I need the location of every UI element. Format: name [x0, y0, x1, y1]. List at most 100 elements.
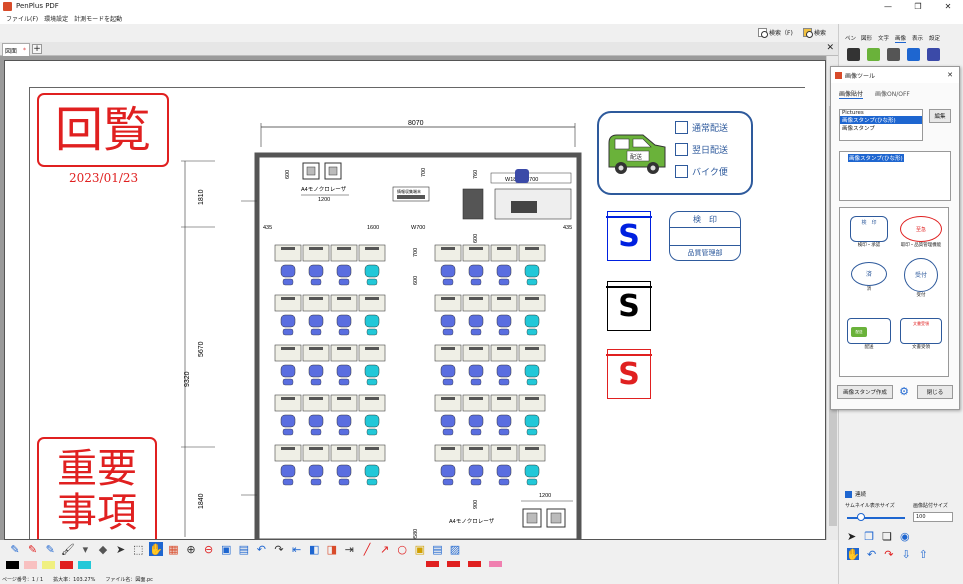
first-page-icon[interactable]: ⇤ [290, 542, 304, 556]
minimize-button[interactable]: — [873, 0, 903, 12]
undo-icon[interactable]: ↶ [254, 542, 268, 556]
tab-image[interactable]: 画像 [895, 34, 907, 43]
menu-measure-mode[interactable]: 計測モードを起動 [74, 14, 122, 23]
palette-swatch[interactable] [6, 561, 19, 569]
stamp-s-red[interactable]: S [606, 349, 652, 399]
maximize-button[interactable]: ❐ [903, 0, 933, 12]
close-document-button[interactable]: ✕ [826, 43, 834, 53]
menu-file[interactable]: ファイル(F) [6, 14, 38, 23]
target-icon[interactable]: ◉ [900, 530, 910, 543]
shape-color-swatch[interactable] [447, 561, 460, 567]
zoom-in-icon[interactable]: ⊕ [184, 542, 198, 556]
pdf-page[interactable]: 回覧 2023/01/23 重要 事項 8070 9320 5670 1810 … [4, 60, 826, 540]
palette-swatch[interactable] [42, 561, 55, 569]
continuous-checkbox[interactable] [845, 490, 852, 498]
checkbox-nextday[interactable] [675, 143, 688, 156]
close-window-button[interactable]: ✕ [933, 0, 963, 12]
gallery-item-inspect[interactable]: 検 印 検印・承認 [848, 216, 890, 248]
menu-settings[interactable]: 環境設定 [44, 14, 68, 23]
redo-icon[interactable]: ↷ [884, 548, 893, 561]
zoom-out-icon[interactable]: ⊖ [202, 542, 216, 556]
dialog-close-button[interactable]: 閉じる [917, 385, 953, 399]
image-icon[interactable]: ▨ [448, 542, 462, 556]
circle-icon[interactable]: ○ [395, 542, 409, 556]
next-page-icon[interactable]: ◨ [325, 542, 339, 556]
redo-icon[interactable]: ↷ [272, 542, 286, 556]
shape-color-swatch[interactable] [426, 561, 439, 567]
gallery-item-done[interactable]: 済 済 [848, 262, 890, 292]
arrow-icon[interactable]: ↗ [378, 542, 392, 556]
tab-shape[interactable]: 図形 [861, 34, 872, 42]
undo-icon[interactable]: ↶ [867, 548, 876, 561]
tab-text[interactable]: 文字 [878, 34, 889, 42]
thumb-size-slider[interactable] [847, 517, 905, 519]
image-insert-icon[interactable] [867, 48, 880, 61]
tab-image-onoff[interactable]: 画像ON/OFF [875, 89, 910, 98]
stamp-juyo[interactable]: 重要 事項 [37, 437, 157, 539]
current-folder-box[interactable]: 画像スタンプ(ひな形) [839, 151, 951, 201]
area-icon[interactable]: ▦ [166, 542, 180, 556]
gallery-item-delivery[interactable]: 配送 配送 [846, 318, 892, 350]
stamp-inspection[interactable]: 検 印 品質管理部 [669, 211, 741, 261]
shape-color-swatch[interactable] [468, 561, 481, 567]
tab-view[interactable]: 表示 [912, 34, 923, 42]
stamp-s-blue[interactable]: S [606, 211, 652, 261]
stamp-gallery[interactable]: 検 印 検印・承認 至急 取印・品質管理機能 済 済 受付 受付 配送 配送 文… [839, 207, 949, 377]
edit-button[interactable]: 編集 [929, 109, 951, 123]
prev-page-icon[interactable]: ◧ [307, 542, 321, 556]
copy-icon[interactable]: ❐ [864, 530, 874, 543]
hand-icon[interactable]: ✋ [148, 542, 163, 556]
folder-tree[interactable]: Pictures 画像スタンプ(ひな形) 画像スタンプ [839, 109, 923, 141]
gallery-item-doc-received[interactable]: 文書受領 文書受領 [898, 318, 944, 350]
stamp-kairan[interactable]: 回覧 [37, 93, 169, 167]
export-icon[interactable]: ⇧ [919, 548, 928, 561]
pen3-icon[interactable]: ✎ [43, 542, 57, 556]
camera-icon[interactable] [847, 48, 860, 61]
fit-page-icon[interactable]: ▣ [219, 542, 233, 556]
brush-icon[interactable]: 🖌 [61, 542, 75, 556]
eraser-icon[interactable]: ◆ [96, 542, 110, 556]
note-icon[interactable]: ▣ [413, 542, 427, 556]
pen-icon[interactable]: ✎ [8, 542, 22, 556]
hand-icon[interactable]: ✋ [846, 548, 860, 561]
add-tab-button[interactable]: + [32, 44, 42, 54]
select-icon[interactable]: ⬚ [131, 542, 145, 556]
stamp-icon[interactable] [887, 48, 900, 61]
dialog-close-icon[interactable]: ✕ [947, 71, 953, 79]
paste-icon[interactable]: ❏ [882, 530, 892, 543]
palette-swatch[interactable] [60, 561, 73, 569]
tab-pen[interactable]: ペン [845, 34, 856, 42]
tab-drawing[interactable]: 図面 * [2, 43, 30, 56]
stamp-date[interactable]: 2023/01/23 [69, 171, 138, 185]
last-page-icon[interactable]: ⇥ [342, 542, 356, 556]
gallery-icon[interactable] [927, 48, 940, 61]
gallery-item-urgent[interactable]: 至急 取印・品質管理機能 [898, 216, 944, 248]
search-button[interactable]: 検索（F) [758, 28, 793, 38]
stamp-s-black[interactable]: S [606, 281, 652, 331]
stamp-delivery[interactable]: 配送 通常配送 翌日配送 バイク便 [597, 111, 753, 195]
search-folder-button[interactable]: 検索 [803, 28, 826, 38]
palette-swatch[interactable] [24, 561, 37, 569]
create-stamp-button[interactable]: 画像スタンプ作成 [837, 385, 893, 399]
pointer-icon[interactable]: ➤ [847, 530, 856, 543]
settings-gear-icon[interactable]: ⚙ [897, 385, 911, 399]
checkbox-normal[interactable] [675, 121, 688, 134]
slider-thumb[interactable] [857, 513, 865, 521]
tab-image-paste[interactable]: 画像貼付 [839, 89, 864, 99]
textbox-icon[interactable]: ▤ [430, 542, 444, 556]
marker-icon[interactable]: ▾ [78, 542, 92, 556]
page-icon[interactable]: ▤ [237, 542, 251, 556]
line-icon[interactable]: ╱ [360, 542, 374, 556]
option-normal[interactable]: 通常配送 [675, 121, 728, 134]
shape-color-swatch[interactable] [489, 561, 502, 567]
folder-icon[interactable] [907, 48, 920, 61]
pen2-icon[interactable]: ✎ [26, 542, 40, 556]
paste-size-select[interactable]: 100 [913, 512, 953, 522]
checkbox-bike[interactable] [675, 165, 688, 178]
option-bike[interactable]: バイク便 [675, 165, 728, 178]
gallery-item-received[interactable]: 受付 受付 [898, 258, 944, 298]
continuous-option[interactable]: 連続 [845, 490, 866, 498]
tree-stamp-template[interactable]: 画像スタンプ(ひな形) [840, 116, 922, 124]
palette-swatch[interactable] [78, 561, 91, 569]
option-nextday[interactable]: 翌日配送 [675, 143, 728, 156]
